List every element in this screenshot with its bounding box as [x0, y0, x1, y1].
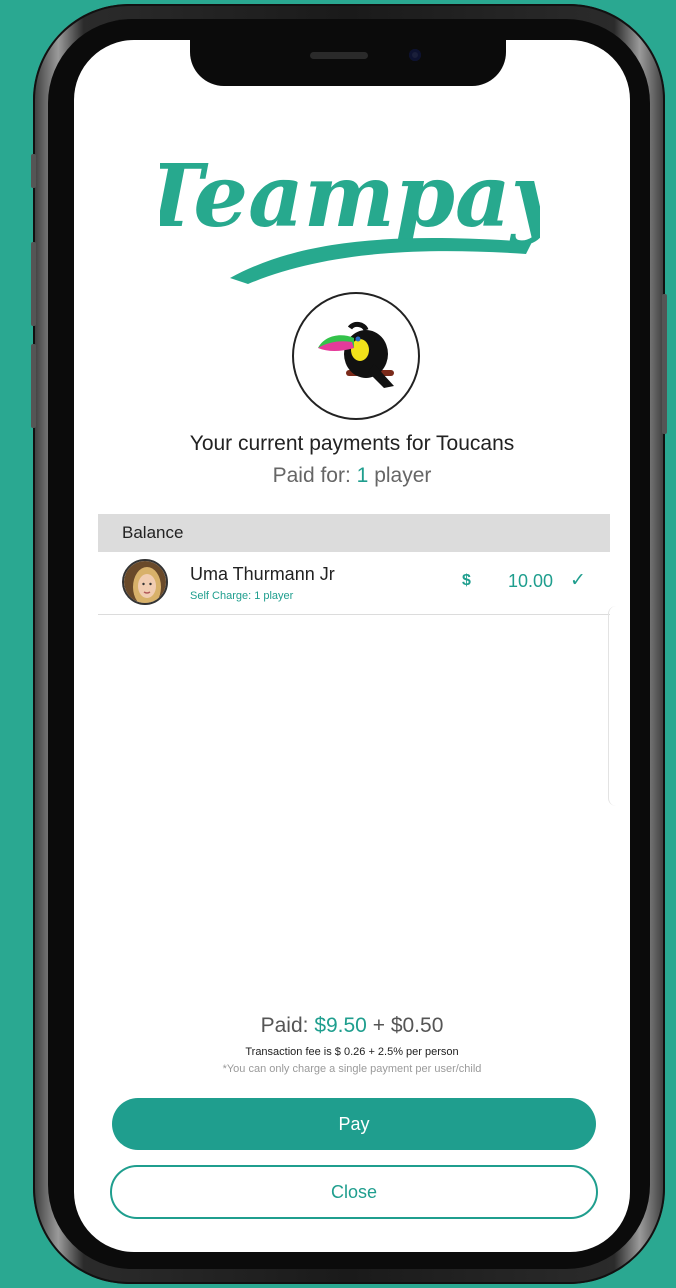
single-payment-note: *You can only charge a single payment pe… — [222, 1063, 482, 1075]
teampay-logo: Teampay — [160, 146, 540, 284]
check-icon: ✓ — [570, 570, 586, 591]
logo-wordmark: Teampay — [160, 146, 540, 247]
pay-button[interactable]: Pay — [112, 1098, 596, 1150]
payment-amount: 10.00 — [508, 571, 554, 591]
paid-summary: Paid: $9.50 + $0.50 — [74, 1014, 630, 1038]
user-name: Uma Thurmann Jr — [190, 564, 335, 584]
volume-down-button — [31, 344, 36, 428]
mute-switch — [31, 154, 36, 188]
page-title: Your current payments for Toucans — [189, 432, 515, 455]
phone-notch — [190, 40, 506, 86]
payment-row[interactable]: Uma Thurmann Jr Self Charge: 1 player $ … — [98, 552, 610, 615]
balance-section-header: Balance — [98, 514, 610, 552]
currency-symbol: $ — [462, 572, 471, 589]
app-screen: Teampay Your current payments for Toucan… — [74, 40, 630, 1252]
charge-description: Self Charge: 1 player — [190, 590, 294, 602]
paid-for-count: 1 — [356, 464, 369, 487]
plus-sign: + — [372, 1014, 385, 1037]
paid-for-line: Paid for: 1 player — [74, 464, 630, 488]
team-avatar — [292, 292, 420, 420]
paid-label: Paid: — [260, 1014, 309, 1037]
volume-up-button — [31, 242, 36, 326]
power-button — [662, 294, 667, 434]
close-button[interactable]: Close — [110, 1165, 598, 1219]
paid-for-prefix: Paid for: — [272, 464, 351, 487]
paid-amount: $9.50 — [314, 1014, 367, 1037]
fee-amount: $0.50 — [390, 1014, 444, 1037]
list-panel-edge — [608, 606, 621, 806]
toucan-icon — [318, 321, 394, 388]
transaction-fee-note: Transaction fee is $ 0.26 + 2.5% per per… — [245, 1046, 459, 1058]
front-camera — [409, 49, 421, 61]
speaker-grille — [310, 52, 368, 59]
user-avatar — [122, 559, 168, 605]
paid-for-suffix: player — [374, 464, 432, 487]
